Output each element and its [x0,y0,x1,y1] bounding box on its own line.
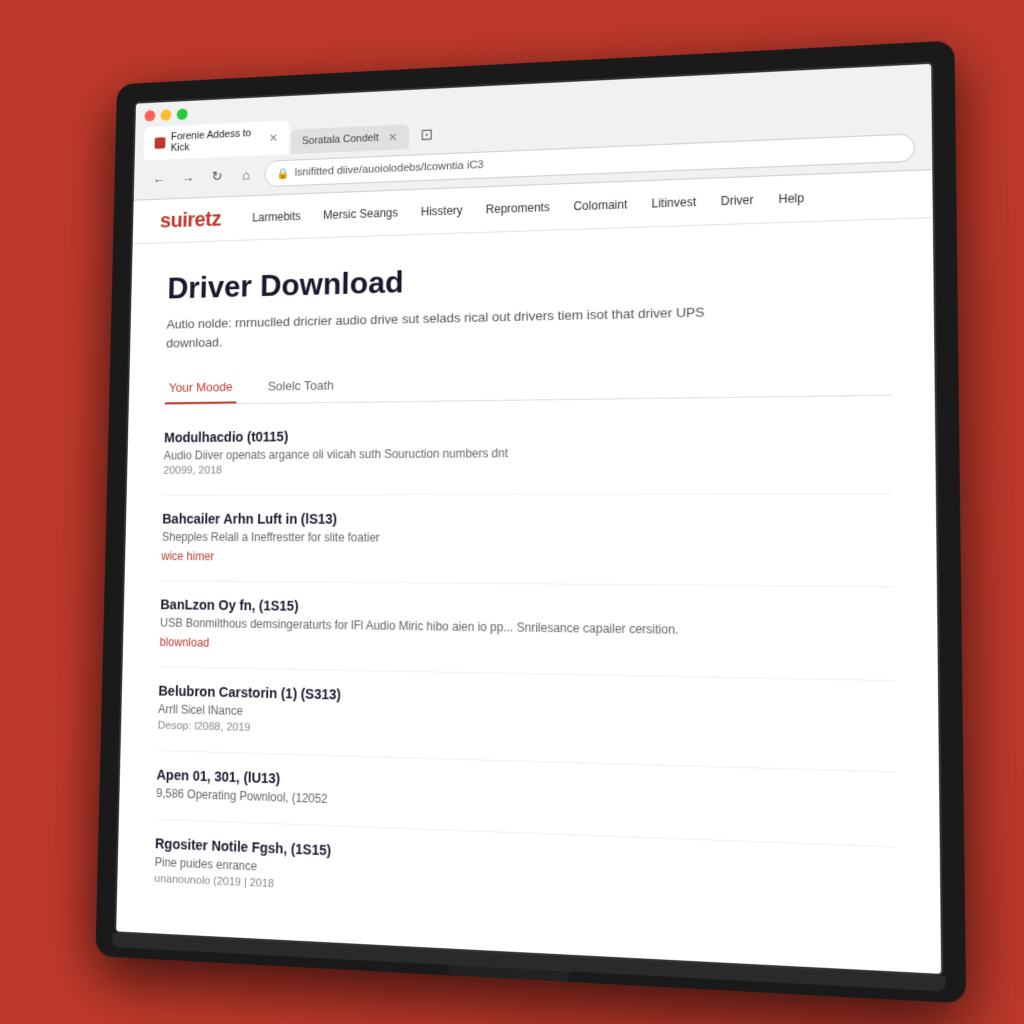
driver-item-1: Modulhacdio (t0115) Audio Diiver openats… [163,405,893,495]
window-maximize-button[interactable] [177,108,188,120]
tab-favicon [155,137,166,149]
tab-close-icon[interactable]: ✕ [269,131,278,145]
driver-link-2[interactable]: wice himer [161,549,214,563]
page-content: Driver Download Autio nolde: rnrnuclled … [116,218,941,974]
driver-desc-2: Shepples Relall a Ineffrestter for slite… [162,529,893,548]
nav-item-hisstery[interactable]: Hisstery [421,203,463,218]
forward-button[interactable]: → [177,165,199,188]
page-description: Autio nolde: rnrnuclled dricrier audio d… [166,301,748,353]
browser-tab-active[interactable]: Forenie Addess to Kick ✕ [144,120,290,160]
driver-list: Modulhacdio (t0115) Audio Diiver openats… [154,395,897,939]
laptop-screen: Forenie Addess to Kick ✕ Soratala Condel… [114,62,943,977]
refresh-button[interactable]: ↻ [206,164,228,187]
window-close-button[interactable] [144,110,155,122]
driver-item-3: BanLzon Oy fn, (1S15) USB Bonmilthous de… [159,581,894,681]
address-text: lsnifitted diive/auoiolodebs/lcowntia iC… [295,159,484,178]
nav-item-driver[interactable]: Driver [721,193,754,208]
new-tab-button[interactable]: ⊡ [411,121,443,149]
page-title: Driver Download [167,250,890,306]
driver-name-2: Bahcailer Arhn Luft in (lS13) [162,511,893,528]
back-button[interactable]: ← [148,167,170,190]
laptop-frame: Forenie Addess to Kick ✕ Soratala Condel… [95,40,966,1003]
tab-your-moode[interactable]: Your Moode [165,371,237,403]
tab-label-inactive: Soratala Condelt [302,132,379,147]
browser-tab-inactive[interactable]: Soratala Condelt ✕ [291,124,409,154]
driver-name-1: Modulhacdio (t0115) [164,422,892,445]
driver-link-3[interactable]: blownload [159,635,209,649]
window-minimize-button[interactable] [161,109,172,121]
nav-item-mersic[interactable]: Mersic Seangs [323,206,398,222]
tab-label-active: Forenie Addess to Kick [171,127,260,153]
nav-item-reproments[interactable]: Reproments [486,200,550,216]
site-logo[interactable]: suiretz [160,207,222,234]
nav-item-help[interactable]: Help [778,191,804,206]
tab-close-icon-2[interactable]: ✕ [388,130,398,144]
home-button[interactable]: ⌂ [235,163,257,186]
nav-item-litinvest[interactable]: Litinvest [652,195,697,210]
driver-item-2: Bahcailer Arhn Luft in (lS13) Shepples R… [161,494,893,587]
driver-desc-1: Audio Diiver openats argance oli viicah … [164,442,893,464]
tab-solelc-toath[interactable]: Solelc Toath [264,369,338,402]
nav-item-larmebits[interactable]: Larmebits [252,209,301,224]
lock-icon: 🔒 [276,167,289,180]
driver-date-1: 20099, 2018 [163,461,892,477]
nav-item-colomaint[interactable]: Colomaint [573,197,627,213]
